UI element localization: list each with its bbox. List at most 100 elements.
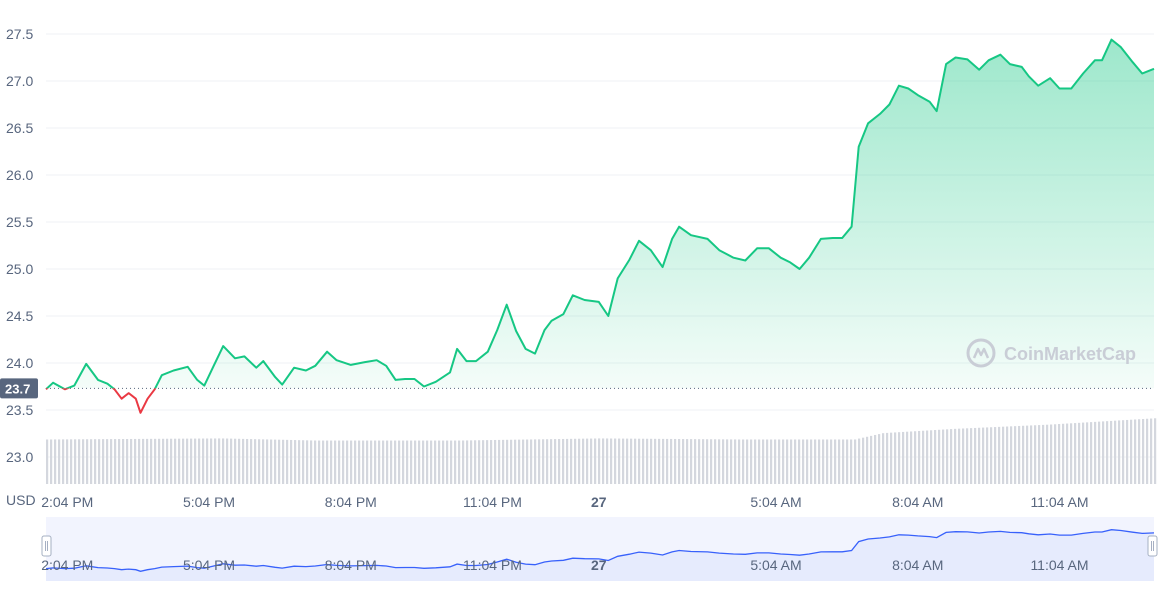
volume-bar <box>1118 420 1121 484</box>
volume-bar <box>102 439 105 484</box>
volume-bar <box>302 440 305 484</box>
volume-bar <box>618 438 621 484</box>
y-tick-label: 26.0 <box>6 167 33 183</box>
volume-bar <box>338 440 341 484</box>
volume-bar <box>170 438 173 484</box>
volume-bar <box>94 439 97 484</box>
volume-bar <box>626 438 629 484</box>
volume-bar <box>798 439 801 484</box>
volume-bar <box>290 439 293 484</box>
volume-bar <box>878 434 881 484</box>
navigator-x-tick-label: 8:04 AM <box>892 557 943 573</box>
volume-bar <box>710 439 713 484</box>
volume-bar <box>90 439 93 484</box>
volume-bar <box>326 440 329 484</box>
volume-bar <box>930 430 933 484</box>
volume-bar <box>1130 419 1133 484</box>
volume-bar <box>282 439 285 484</box>
volume-bar <box>770 439 773 484</box>
volume-bar <box>414 440 417 484</box>
volume-bar <box>554 439 557 484</box>
volume-bar <box>182 438 185 484</box>
volume-bar <box>482 440 485 484</box>
volume-bar <box>1058 424 1061 484</box>
currency-label: USD <box>6 492 36 508</box>
volume-bar <box>434 440 437 484</box>
volume-bar <box>162 438 165 484</box>
volume-bar <box>278 439 281 484</box>
x-tick-label: 5:04 PM <box>183 494 235 510</box>
volume-bar <box>146 438 149 484</box>
current-price-label: 23.7 <box>5 381 30 396</box>
volume-bar <box>1038 425 1041 484</box>
volume-bar <box>610 438 613 484</box>
navigator-x-tick-label: 5:04 PM <box>183 557 235 573</box>
navigator[interactable]: 2:04 PM 5:04 PM 8:04 PM 11:04 PM 27 5:04 AM 8:… <box>41 517 1158 581</box>
navigator-x-tick-label: 2:04 PM <box>41 557 93 573</box>
volume-bar <box>778 439 781 484</box>
volume-bar <box>950 429 953 484</box>
volume-bar <box>494 439 497 484</box>
volume-bar <box>114 439 117 484</box>
volume-bar <box>66 439 69 484</box>
volume-bar <box>746 439 749 484</box>
volume-bar <box>474 440 477 484</box>
volume-bar <box>734 439 737 484</box>
volume-bar <box>446 440 449 484</box>
y-tick-label: 25.0 <box>6 261 33 277</box>
volume-bar <box>902 431 905 484</box>
price-chart-svg: 23.0 23.5 24.0 24.5 25.0 25.5 26.0 26.5 27.0 27.5… <box>0 26 1158 581</box>
volume-bar <box>762 439 765 484</box>
volume-bar <box>306 440 309 484</box>
volume-bar <box>154 438 157 484</box>
volume-bar <box>1078 422 1081 484</box>
volume-bar <box>450 440 453 484</box>
volume-bar <box>914 431 917 484</box>
volume-bar <box>142 438 145 484</box>
volume-bar <box>738 439 741 484</box>
volume-bar <box>534 439 537 484</box>
y-tick-label: 24.5 <box>6 308 33 324</box>
volume-bar <box>1046 424 1049 484</box>
volume-bar <box>122 439 125 484</box>
volume-bar <box>254 439 257 484</box>
volume-bar <box>670 438 673 484</box>
volume-bar <box>1094 421 1097 484</box>
volume-bar <box>642 438 645 484</box>
volume-bar <box>818 439 821 484</box>
volume-bar <box>558 439 561 484</box>
y-tick-label: 23.5 <box>6 402 33 418</box>
volume-bar <box>490 440 493 484</box>
volume-bar <box>758 439 761 484</box>
volume-bar <box>886 432 889 484</box>
volume-bar <box>74 439 77 484</box>
volume-bar <box>1042 424 1045 484</box>
volume-bar <box>634 438 637 484</box>
volume-bar <box>202 438 205 484</box>
volume-bar <box>518 439 521 484</box>
volume-bar <box>666 438 669 484</box>
volume-bar <box>1126 419 1129 484</box>
volume-bar <box>622 438 625 484</box>
volume-bar <box>86 439 89 484</box>
volume-bar <box>882 433 885 484</box>
volume-bar <box>274 439 277 484</box>
price-chart[interactable]: 23.0 23.5 24.0 24.5 25.0 25.5 26.0 26.5 27.0 27.5… <box>0 0 1176 586</box>
volume-bar <box>194 438 197 484</box>
volume-bar <box>1122 420 1125 484</box>
volume-bar <box>958 428 961 484</box>
volume-bar <box>406 440 409 484</box>
volume-bar <box>750 439 753 484</box>
volume-bar <box>538 439 541 484</box>
volume-bar <box>574 438 577 484</box>
volume-bar <box>126 438 129 484</box>
volume-bar <box>802 439 805 484</box>
volume-bar <box>690 439 693 484</box>
navigator-left-handle[interactable] <box>41 535 52 557</box>
volume-bar <box>206 438 209 484</box>
volume-bar <box>790 439 793 484</box>
volume-bar <box>470 440 473 484</box>
volume-bar <box>838 439 841 484</box>
navigator-right-handle[interactable] <box>1147 535 1158 557</box>
volume-bar <box>674 438 677 484</box>
